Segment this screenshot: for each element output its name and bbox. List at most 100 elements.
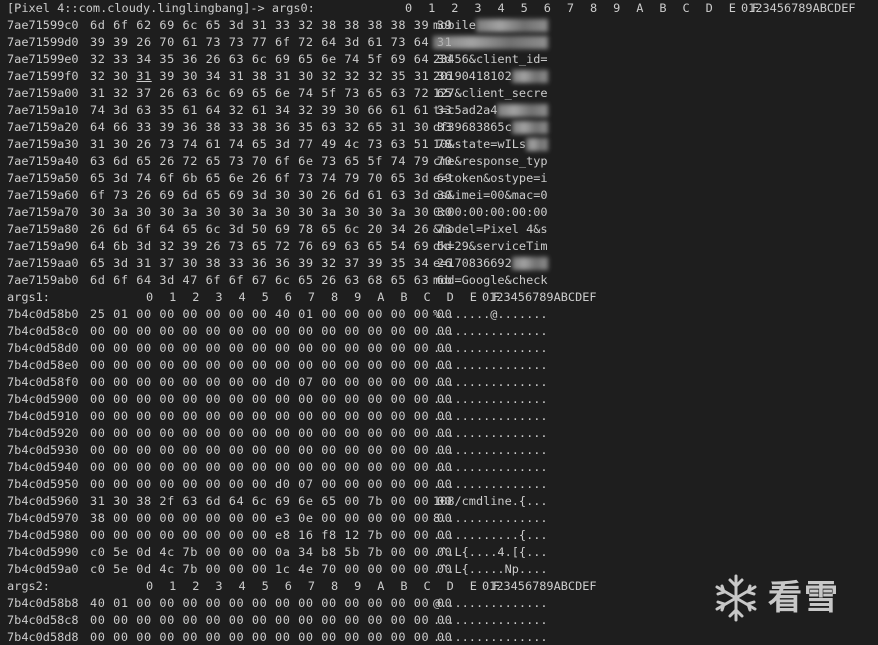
row-address: 7ae71599e0 <box>7 52 79 66</box>
hexdump-row: 7b4c0d58b0 25 01 00 00 00 00 00 00 40 01 … <box>7 306 878 323</box>
row-address: 7b4c0d58f0 <box>7 375 79 389</box>
row-ascii-text: e=token&ostype=i <box>433 171 548 185</box>
row-ascii-text: ............{... <box>433 528 548 542</box>
row-ascii: ................ <box>433 340 548 357</box>
row-hex-bytes: 31 32 37 26 63 6c 69 65 6e 74 5f 73 65 6… <box>90 86 453 100</box>
hexdump-row: 7ae7159a60 6f 73 26 69 6d 65 69 3d 30 30 … <box>7 187 878 204</box>
redaction-blur <box>526 138 548 151</box>
hexdump-row: 7b4c0d5970 38 00 00 00 00 00 00 00 e3 0e … <box>7 510 878 527</box>
row-ascii: @............... <box>433 595 548 612</box>
args1-header: args1: 0 1 2 3 4 5 6 7 8 9 A B C D E F 0… <box>7 289 878 306</box>
row-ascii-text: ................ <box>433 443 548 457</box>
row-hex-bytes: 6d 6f 62 69 6c 65 3d 31 33 32 38 38 38 3… <box>90 18 453 32</box>
ascii-column-header: 0123456789ABCDEF <box>482 290 597 304</box>
row-ascii-text: os&imei=00&mac=0 <box>433 188 548 202</box>
row-address: 7ae7159a70 <box>7 205 79 219</box>
args2-label: args2: <box>7 579 50 593</box>
row-ascii-text: e=170836692 <box>433 256 512 270</box>
kanxue-watermark: 看雪 <box>710 568 870 628</box>
row-address: 7b4c0d58c0 <box>7 324 79 338</box>
row-ascii-text: t=c5ad2a4 <box>433 103 498 117</box>
hex-byte: 32 <box>344 69 360 83</box>
row-hex-bytes: 6d 6f 64 3d 47 6f 6f 67 6c 65 26 63 68 6… <box>90 273 453 287</box>
row-hex-bytes: 30 3a 30 30 3a 30 30 3a 30 30 3a 30 30 3… <box>90 205 453 219</box>
row-address: 7b4c0d5990 <box>7 545 79 559</box>
row-ascii-text: ................ <box>433 460 548 474</box>
row-address: 7b4c0d5950 <box>7 477 79 491</box>
row-ascii-text: mobile <box>433 18 476 32</box>
row-ascii: ................ <box>433 408 548 425</box>
hex-byte: 34 <box>205 69 222 83</box>
hexdump-row: 7b4c0d5950 00 00 00 00 00 00 00 00 d0 07 … <box>7 476 878 493</box>
row-address: 7b4c0d5920 <box>7 426 79 440</box>
args0-dump: 7ae71599c0 6d 6f 62 69 6c 65 3d 31 33 32 … <box>7 17 878 289</box>
ascii-column-header: 0123456789ABCDEF <box>482 579 597 593</box>
hex-byte: 32 <box>321 69 337 83</box>
row-ascii: mobile <box>433 17 548 34</box>
row-ascii: 8............... <box>433 510 548 527</box>
args0-header: [Pixel 4::com.cloudy.linglingbang]-> arg… <box>7 0 878 17</box>
row-ascii-text: ................ <box>433 392 548 406</box>
hex-column-header: 0 1 2 3 4 5 6 7 8 9 A B C D E F <box>146 290 501 304</box>
hexdump-row: 7b4c0d58e0 00 00 00 00 00 00 00 00 00 00 … <box>7 357 878 374</box>
row-ascii: 127&client_secre <box>433 85 548 102</box>
hexdump-row: 7ae7159a00 31 32 37 26 63 6c 69 65 6e 74 … <box>7 85 878 102</box>
row-hex-bytes: 00 00 00 00 00 00 00 00 00 00 00 00 00 0… <box>90 460 453 474</box>
row-address: 7ae7159a20 <box>7 120 79 134</box>
row-ascii: 23456&client_id= <box>433 51 548 68</box>
row-ascii: 108/cmdline.{... <box>433 493 548 510</box>
row-hex-bytes: 25 01 00 00 00 00 00 00 40 01 00 00 00 0… <box>90 307 453 321</box>
hexdump-row: 7b4c0d5940 00 00 00 00 00 00 00 00 00 00 … <box>7 459 878 476</box>
row-hex-bytes: 63 6d 65 26 72 65 73 70 6f 6e 73 65 5f 7… <box>90 154 453 168</box>
row-hex-bytes: 00 00 00 00 00 00 00 00 00 00 00 00 00 0… <box>90 341 453 355</box>
row-hex-bytes: 26 6d 6f 64 65 6c 3d 50 69 78 65 6c 20 3… <box>90 222 453 236</box>
hexdump-row: 7ae7159a20 64 66 33 39 36 38 33 38 36 35 … <box>7 119 878 136</box>
row-address: 7b4c0d58e0 <box>7 358 79 372</box>
row-address: 7b4c0d58c8 <box>7 613 79 627</box>
row-ascii: dk=29&serviceTim <box>433 238 548 255</box>
hex-byte: 32 <box>367 69 384 83</box>
row-ascii: &model=Pixel 4&s <box>433 221 548 238</box>
row-ascii: ................ <box>433 459 548 476</box>
prompt-args0: [Pixel 4::com.cloudy.linglingbang]-> arg… <box>7 1 315 15</box>
row-address: 7ae7159a80 <box>7 222 79 236</box>
row-ascii-text: 108/cmdline.{... <box>433 494 548 508</box>
row-ascii: os&imei=00&mac=0 <box>433 187 548 204</box>
hex-byte: 31 <box>413 69 430 83</box>
row-ascii: mod=Google&check <box>433 272 548 289</box>
row-ascii-text: ................ <box>433 613 548 627</box>
row-address: 7b4c0d5960 <box>7 494 79 508</box>
row-hex-bytes: 00 00 00 00 00 00 00 00 00 00 00 00 00 0… <box>90 324 453 338</box>
args1-label: args1: <box>7 290 50 304</box>
row-ascii-text: ................ <box>433 375 548 389</box>
redaction-blur <box>433 36 549 49</box>
row-address: 7b4c0d59a0 <box>7 562 79 576</box>
hex-byte: 30 <box>182 69 198 83</box>
row-ascii-text: 0:00:00:00:00:00 <box>433 205 548 219</box>
row-ascii: ................ <box>433 323 548 340</box>
row-address: 7ae71599d0 <box>7 35 79 49</box>
watermark-text: 看雪 <box>768 577 840 618</box>
row-address: 7ae7159a10 <box>7 103 79 117</box>
row-hex-bytes: 65 3d 31 37 30 38 33 36 36 39 32 37 39 3… <box>90 256 453 270</box>
row-ascii-text: @............... <box>433 596 548 610</box>
row-address: 7ae7159a30 <box>7 137 79 151</box>
hex-byte: 31 <box>136 69 152 83</box>
row-ascii-text: %.......@....... <box>433 307 548 321</box>
hexdump-row: 7b4c0d58d8 00 00 00 00 00 00 00 00 00 00 … <box>7 629 878 645</box>
hexdump-row: 7ae7159ab0 6d 6f 64 3d 47 6f 6f 67 6c 65 … <box>7 272 878 289</box>
hex-byte: 30 <box>113 69 129 83</box>
row-address: 7ae7159a60 <box>7 188 79 202</box>
row-address: 7ae7159ab0 <box>7 273 79 287</box>
row-ascii: ................ <box>433 357 548 374</box>
row-hex-bytes: 32 33 34 35 36 26 63 6c 69 65 6e 74 5f 6… <box>90 52 453 66</box>
row-ascii-text: mod=Google&check <box>433 273 548 287</box>
row-address: 7b4c0d5930 <box>7 443 79 457</box>
row-ascii-text: ................ <box>433 341 548 355</box>
row-ascii: df39683865c <box>433 119 548 136</box>
hexdump-row: 7ae7159a40 63 6d 65 26 72 65 73 70 6f 6e … <box>7 153 878 170</box>
row-address: 7b4c0d5970 <box>7 511 79 525</box>
row-ascii-text: ................ <box>433 409 548 423</box>
row-ascii-text: df39683865c <box>433 120 512 134</box>
row-address: 7b4c0d58d8 <box>7 630 79 644</box>
